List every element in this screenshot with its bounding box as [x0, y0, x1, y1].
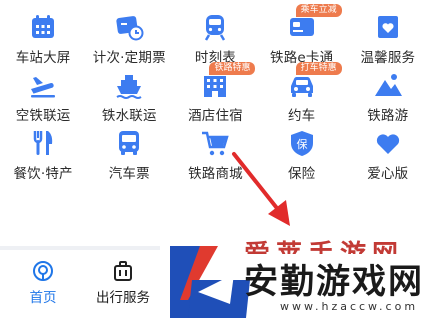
promo-badge: 打车特惠 [295, 62, 342, 75]
tab-home[interactable]: 首页 [0, 250, 86, 318]
ship-icon [116, 75, 142, 99]
tab-travel-label: 出行服务 [96, 290, 150, 306]
service-label: 铁路商城 [188, 166, 243, 182]
service-item-ship[interactable]: 铁水联运 [86, 62, 172, 124]
service-icon-wrap [112, 128, 146, 158]
service-item-hotel[interactable]: 铁路特惠 酒店住宿 [172, 62, 258, 124]
service-item-train-front[interactable]: 时刻表 [172, 4, 258, 66]
services-grid: 车站大屏 计次·定期票 时刻表 乘车立减 铁路e卡通 温馨服务空铁联运 铁水联运 铁路特惠 酒店… [0, 4, 431, 182]
service-item-mountain[interactable]: 铁路游 [345, 62, 431, 124]
bus-icon [119, 131, 140, 155]
service-item-shield[interactable]: 保保险 [259, 120, 345, 182]
service-item-ticket-clock[interactable]: 计次·定期票 [86, 4, 172, 66]
service-icon-wrap [371, 70, 405, 100]
plane-icon [31, 77, 56, 98]
service-item-cart[interactable]: 铁路商城 [172, 120, 258, 182]
service-item-calendar[interactable]: 车站大屏 [0, 4, 86, 66]
shield-icon: 保 [290, 131, 313, 156]
fork-knife-icon [33, 131, 53, 155]
mountain-icon [374, 74, 402, 96]
service-item-heart-box[interactable]: 温馨服务 [345, 4, 431, 66]
tab-home-label: 首页 [29, 290, 57, 306]
suitcase-icon [114, 261, 132, 281]
service-icon-wrap: 保 [285, 128, 319, 158]
service-label: 爱心版 [367, 166, 409, 182]
service-item-car[interactable]: 打车特惠 约车 [259, 62, 345, 124]
service-item-fork-knife[interactable]: 餐饮·特产 [0, 120, 86, 182]
watermark-main-text: 安勤游戏网 [244, 262, 424, 302]
service-label: 餐饮·特产 [13, 166, 73, 182]
cart-icon [202, 131, 230, 156]
ticket-clock-icon [116, 16, 144, 41]
heart-icon [376, 134, 399, 154]
home-tab-icon [33, 261, 53, 281]
heart-box-icon [377, 16, 398, 38]
train-front-icon [205, 15, 226, 41]
service-icon-wrap [26, 128, 60, 158]
service-icon-wrap [371, 128, 405, 158]
promo-badge: 乘车立减 [295, 4, 342, 17]
service-icon-wrap [26, 70, 60, 100]
service-item-card[interactable]: 乘车立减 铁路e卡通 [259, 4, 345, 66]
service-label: 保险 [287, 166, 316, 182]
svg-text:保: 保 [296, 137, 307, 151]
service-item-bus[interactable]: 汽车票 [86, 120, 172, 182]
service-icon-wrap [112, 12, 146, 42]
promo-badge: 铁路特惠 [209, 62, 256, 75]
service-item-heart[interactable]: 爱心版 [345, 120, 431, 182]
service-item-plane[interactable]: 空铁联运 [0, 62, 86, 124]
service-icon-wrap [198, 12, 232, 42]
service-icon-wrap [371, 12, 405, 42]
watermark-top-text: 爱莱手游网 [244, 234, 404, 254]
tab-travel-services[interactable]: 出行服务 [80, 250, 166, 318]
services-panel: 车站大屏 计次·定期票 时刻表 乘车立减 铁路e卡通 温馨服务空铁联运 铁水联运 铁路特惠 酒店… [0, 0, 431, 246]
service-label: 汽车票 [108, 166, 150, 182]
watermark: 爱莱手游网 安勤游戏网 www.hzaccw.com [160, 236, 431, 318]
calendar-icon [32, 15, 55, 38]
watermark-logo-icon [170, 246, 250, 318]
watermark-url: www.hzaccw.com [280, 300, 419, 313]
service-icon-wrap [112, 70, 146, 100]
service-icon-wrap [26, 12, 60, 42]
service-icon-wrap [198, 128, 232, 158]
